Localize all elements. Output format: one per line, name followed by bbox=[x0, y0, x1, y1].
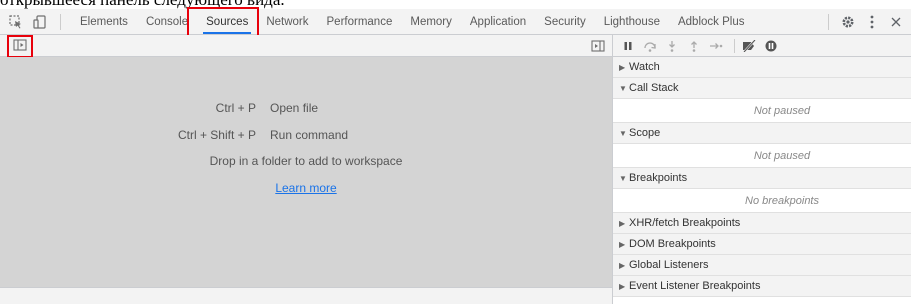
inspect-element-icon[interactable] bbox=[8, 14, 24, 30]
drop-folder-text: Drop in a folder to add to workspace bbox=[209, 154, 403, 168]
shortcut-row-open-file: Ctrl + P Open file bbox=[170, 101, 318, 115]
expanded-triangle-icon: ▼ bbox=[619, 128, 627, 138]
section-header-global-listeners[interactable]: ▶ Global Listeners bbox=[613, 255, 911, 276]
navigator-toggle-highlight bbox=[7, 35, 33, 58]
sources-status-bar bbox=[0, 287, 612, 304]
shortcut-row-run-command: Ctrl + Shift + P Run command bbox=[170, 128, 348, 142]
collapsed-triangle-icon: ▶ bbox=[619, 281, 626, 291]
shortcut-action: Open file bbox=[270, 101, 319, 115]
step-icon[interactable] bbox=[707, 37, 725, 55]
step-over-icon[interactable] bbox=[641, 37, 659, 55]
tab-network[interactable]: Network bbox=[257, 9, 317, 35]
debugger-toolbar bbox=[613, 35, 911, 57]
section-header-scope[interactable]: ▼ Scope bbox=[613, 123, 911, 144]
devtools-tabbar: Elements Console Sources Network Performance… bbox=[0, 9, 911, 35]
tab-security[interactable]: Security bbox=[535, 9, 595, 35]
section-header-event-listener-breakpoints[interactable]: ▶ Event Listener Breakpoints bbox=[613, 276, 911, 297]
tab-list: Elements Console Sources Network Performance… bbox=[71, 9, 753, 35]
debugger-sidebar: ▶ Watch ▼ Call Stack Not paused ▼ Scope Not pau… bbox=[613, 57, 911, 304]
section-title: Scope bbox=[629, 127, 661, 139]
tab-memory[interactable]: Memory bbox=[401, 9, 461, 35]
device-toggle-icon[interactable] bbox=[32, 14, 48, 30]
section-empty-message: Not paused bbox=[613, 99, 911, 123]
tab-lighthouse[interactable]: Lighthouse bbox=[595, 9, 669, 35]
section-header-call-stack[interactable]: ▼ Call Stack bbox=[613, 78, 911, 99]
section-title: Watch bbox=[629, 61, 660, 73]
tab-performance[interactable]: Performance bbox=[318, 9, 402, 35]
section-title: Event Listener Breakpoints bbox=[629, 280, 761, 292]
kebab-menu-icon[interactable] bbox=[863, 13, 881, 31]
section-title: Call Stack bbox=[629, 82, 679, 94]
section-header-watch[interactable]: ▶ Watch bbox=[613, 57, 911, 78]
section-empty-message: No breakpoints bbox=[613, 189, 911, 213]
shortcut-keys: Ctrl + P bbox=[215, 101, 256, 115]
collapsed-triangle-icon: ▶ bbox=[619, 239, 626, 249]
section-empty-message: Not paused bbox=[613, 144, 911, 168]
pause-on-exceptions-icon[interactable] bbox=[762, 37, 780, 55]
sources-placeholder-pane: Ctrl + P Open file Ctrl + Shift + P Run … bbox=[0, 57, 612, 287]
section-title: Global Listeners bbox=[629, 259, 709, 271]
tab-adblock-plus[interactable]: Adblock Plus bbox=[669, 9, 753, 35]
step-out-icon[interactable] bbox=[685, 37, 703, 55]
section-header-dom-breakpoints[interactable]: ▶ DOM Breakpoints bbox=[613, 234, 911, 255]
section-title: DOM Breakpoints bbox=[629, 238, 716, 250]
section-header-breakpoints[interactable]: ▼ Breakpoints bbox=[613, 168, 911, 189]
pause-icon[interactable] bbox=[619, 37, 637, 55]
toolbar-divider bbox=[828, 13, 829, 30]
expanded-triangle-icon: ▼ bbox=[619, 173, 627, 183]
step-into-icon[interactable] bbox=[663, 37, 681, 55]
learn-more-link[interactable]: Learn more bbox=[0, 181, 612, 195]
tab-elements[interactable]: Elements bbox=[71, 9, 137, 35]
tab-application[interactable]: Application bbox=[461, 9, 535, 35]
sources-navigator-toolbar bbox=[0, 35, 612, 57]
collapsed-triangle-icon: ▶ bbox=[619, 62, 626, 72]
gear-icon[interactable] bbox=[839, 13, 857, 31]
collapsed-triangle-icon: ▶ bbox=[619, 218, 626, 228]
section-title: Breakpoints bbox=[629, 172, 688, 184]
toolbar-divider bbox=[60, 13, 61, 30]
shortcut-action: Run command bbox=[270, 128, 349, 142]
section-title: XHR/fetch Breakpoints bbox=[629, 217, 741, 229]
shortcut-keys: Ctrl + Shift + P bbox=[177, 128, 256, 142]
close-icon[interactable] bbox=[887, 13, 905, 31]
section-header-xhr-fetch-breakpoints[interactable]: ▶ XHR/fetch Breakpoints bbox=[613, 213, 911, 234]
deactivate-breakpoints-icon[interactable] bbox=[740, 37, 758, 55]
toolbar-divider bbox=[734, 38, 735, 53]
expanded-triangle-icon: ▼ bbox=[619, 83, 627, 93]
toggle-debugger-icon[interactable] bbox=[591, 39, 605, 53]
collapsed-triangle-icon: ▶ bbox=[619, 260, 626, 270]
